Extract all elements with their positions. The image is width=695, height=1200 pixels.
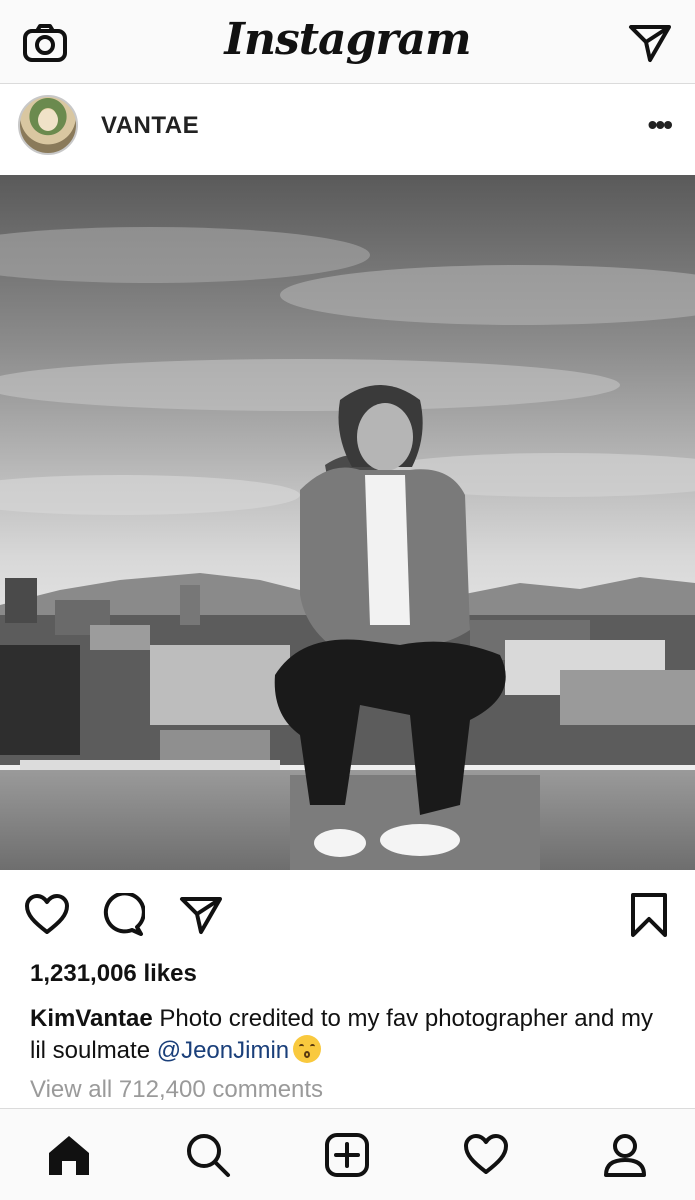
comment-bubble-icon	[103, 893, 145, 936]
post-photo[interactable]	[0, 175, 695, 870]
post-header: VANTAE •••	[0, 85, 695, 175]
likes-count[interactable]: 1,231,006 likes	[30, 960, 197, 988]
activity-heart-icon	[464, 1134, 508, 1174]
add-post-icon	[325, 1133, 369, 1177]
top-bar: Instagram	[0, 0, 695, 84]
like-button[interactable]	[22, 890, 72, 940]
heart-icon	[25, 894, 69, 934]
tab-search[interactable]	[183, 1130, 233, 1180]
profile-icon	[604, 1134, 646, 1177]
app-logo: Instagram	[224, 14, 471, 65]
bottom-tab-bar	[0, 1108, 695, 1200]
share-button[interactable]	[176, 890, 226, 940]
post-username[interactable]: VANTAE	[101, 112, 199, 140]
home-icon	[49, 1136, 89, 1175]
tab-activity[interactable]	[461, 1130, 511, 1180]
save-button[interactable]	[624, 890, 674, 940]
tab-new-post[interactable]	[322, 1130, 372, 1180]
tab-profile[interactable]	[600, 1130, 650, 1180]
direct-messages-button[interactable]	[625, 18, 675, 68]
post-caption: KimVantae Photo credited to my fav photo…	[30, 1003, 670, 1067]
post-actions	[0, 880, 695, 950]
paper-plane-icon	[180, 897, 222, 934]
bookmark-icon	[631, 893, 667, 937]
caption-mention[interactable]: @JeonJimin	[157, 1037, 289, 1064]
caption-author[interactable]: KimVantae	[30, 1005, 153, 1032]
view-comments-link[interactable]: View all 712,400 comments	[30, 1076, 323, 1104]
comment-button[interactable]	[98, 890, 148, 940]
paper-plane-icon	[629, 25, 671, 62]
kissing-face-emoji-icon	[293, 1035, 322, 1063]
avatar[interactable]	[18, 95, 78, 155]
more-options-button[interactable]: •••	[648, 111, 673, 139]
tab-home[interactable]	[44, 1130, 94, 1180]
search-icon	[187, 1134, 230, 1177]
